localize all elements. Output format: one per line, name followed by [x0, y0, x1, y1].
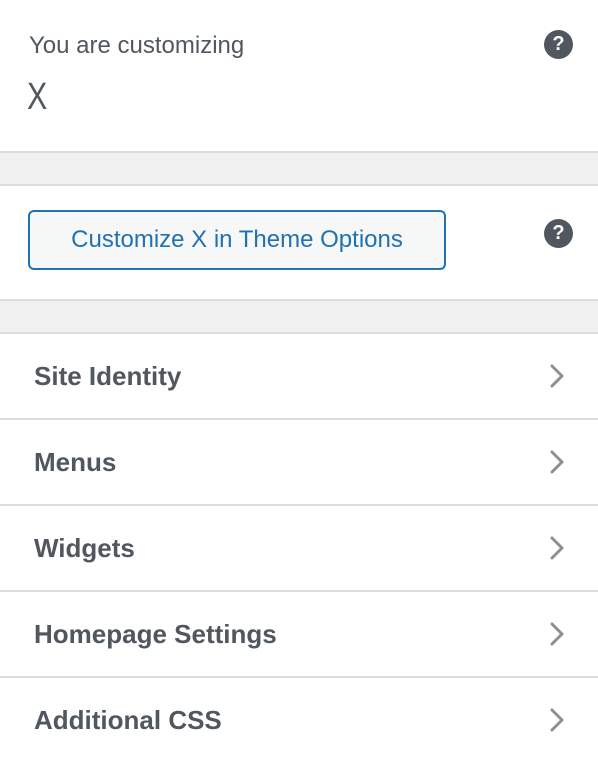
section-menus[interactable]: Menus [0, 420, 598, 506]
theme-options-button[interactable]: Customize X in Theme Options [28, 210, 446, 270]
theme-name: X [27, 76, 48, 118]
section-label: Menus [34, 447, 117, 477]
theme-options-help-icon[interactable]: ? [544, 219, 573, 248]
section-widgets[interactable]: Widgets [0, 506, 598, 592]
customizing-label: You are customizing [29, 32, 245, 59]
chevron-right-icon [550, 364, 564, 388]
section-label: Additional CSS [34, 705, 222, 735]
section-label: Homepage Settings [34, 619, 277, 649]
section-separator [0, 299, 598, 334]
chevron-right-icon [550, 536, 564, 560]
chevron-right-icon [550, 708, 564, 732]
customizer-panel: You are customizing X ? Customize X in T… [0, 0, 598, 760]
customizer-sections: Site Identity Menus Widgets Homepage Set… [0, 334, 598, 760]
section-additional-css[interactable]: Additional CSS [0, 678, 598, 760]
section-label: Site Identity [34, 361, 182, 391]
chevron-right-icon [550, 450, 564, 474]
help-icon[interactable]: ? [544, 30, 573, 59]
section-homepage-settings[interactable]: Homepage Settings [0, 592, 598, 678]
customizer-info: You are customizing X ? [0, 0, 598, 153]
section-site-identity[interactable]: Site Identity [0, 334, 598, 420]
section-separator [0, 151, 598, 186]
section-label: Widgets [34, 533, 135, 563]
theme-options-block: Customize X in Theme Options [0, 186, 598, 299]
chevron-right-icon [550, 622, 564, 646]
